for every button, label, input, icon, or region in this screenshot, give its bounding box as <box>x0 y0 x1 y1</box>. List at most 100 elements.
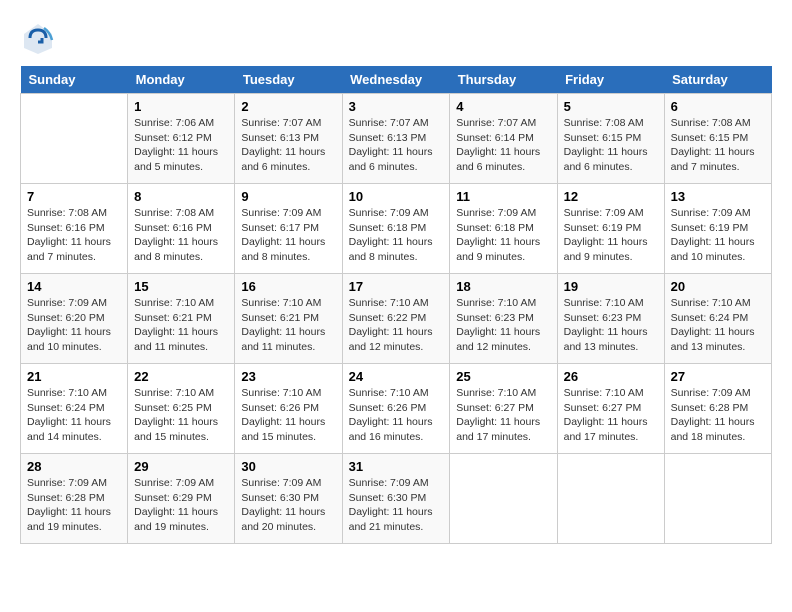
calendar-cell: 7 Sunrise: 7:08 AM Sunset: 6:16 PM Daylig… <box>21 184 128 274</box>
day-info: Sunrise: 7:09 AM Sunset: 6:28 PM Dayligh… <box>671 386 765 445</box>
day-number: 3 <box>349 99 444 114</box>
day-info: Sunrise: 7:07 AM Sunset: 6:14 PM Dayligh… <box>456 116 550 175</box>
week-row-4: 21 Sunrise: 7:10 AM Sunset: 6:24 PM Dayli… <box>21 364 772 454</box>
day-number: 31 <box>349 459 444 474</box>
calendar-cell: 14 Sunrise: 7:09 AM Sunset: 6:20 PM Dayli… <box>21 274 128 364</box>
logo <box>20 20 60 56</box>
calendar-cell: 21 Sunrise: 7:10 AM Sunset: 6:24 PM Dayli… <box>21 364 128 454</box>
day-number: 11 <box>456 189 550 204</box>
day-info: Sunrise: 7:06 AM Sunset: 6:12 PM Dayligh… <box>134 116 228 175</box>
day-info: Sunrise: 7:09 AM Sunset: 6:30 PM Dayligh… <box>349 476 444 535</box>
calendar-cell <box>557 454 664 544</box>
day-number: 14 <box>27 279 121 294</box>
header <box>20 20 772 56</box>
weekday-header-row: SundayMondayTuesdayWednesdayThursdayFrid… <box>21 66 772 94</box>
week-row-3: 14 Sunrise: 7:09 AM Sunset: 6:20 PM Dayli… <box>21 274 772 364</box>
day-number: 2 <box>241 99 335 114</box>
calendar-cell: 18 Sunrise: 7:10 AM Sunset: 6:23 PM Dayli… <box>450 274 557 364</box>
calendar-cell <box>450 454 557 544</box>
calendar-cell: 15 Sunrise: 7:10 AM Sunset: 6:21 PM Dayli… <box>128 274 235 364</box>
day-info: Sunrise: 7:07 AM Sunset: 6:13 PM Dayligh… <box>349 116 444 175</box>
calendar-cell: 20 Sunrise: 7:10 AM Sunset: 6:24 PM Dayli… <box>664 274 771 364</box>
day-number: 20 <box>671 279 765 294</box>
day-number: 7 <box>27 189 121 204</box>
day-number: 22 <box>134 369 228 384</box>
calendar-cell: 3 Sunrise: 7:07 AM Sunset: 6:13 PM Daylig… <box>342 94 450 184</box>
day-info: Sunrise: 7:10 AM Sunset: 6:25 PM Dayligh… <box>134 386 228 445</box>
day-info: Sunrise: 7:07 AM Sunset: 6:13 PM Dayligh… <box>241 116 335 175</box>
calendar-cell: 4 Sunrise: 7:07 AM Sunset: 6:14 PM Daylig… <box>450 94 557 184</box>
weekday-header-monday: Monday <box>128 66 235 94</box>
weekday-header-tuesday: Tuesday <box>235 66 342 94</box>
day-info: Sunrise: 7:10 AM Sunset: 6:27 PM Dayligh… <box>456 386 550 445</box>
day-info: Sunrise: 7:09 AM Sunset: 6:19 PM Dayligh… <box>564 206 658 265</box>
day-number: 30 <box>241 459 335 474</box>
day-number: 29 <box>134 459 228 474</box>
weekday-header-friday: Friday <box>557 66 664 94</box>
day-number: 24 <box>349 369 444 384</box>
weekday-header-saturday: Saturday <box>664 66 771 94</box>
day-number: 9 <box>241 189 335 204</box>
day-info: Sunrise: 7:10 AM Sunset: 6:27 PM Dayligh… <box>564 386 658 445</box>
day-info: Sunrise: 7:09 AM Sunset: 6:28 PM Dayligh… <box>27 476 121 535</box>
calendar-cell: 22 Sunrise: 7:10 AM Sunset: 6:25 PM Dayli… <box>128 364 235 454</box>
day-info: Sunrise: 7:09 AM Sunset: 6:18 PM Dayligh… <box>349 206 444 265</box>
day-info: Sunrise: 7:10 AM Sunset: 6:23 PM Dayligh… <box>564 296 658 355</box>
day-info: Sunrise: 7:09 AM Sunset: 6:20 PM Dayligh… <box>27 296 121 355</box>
day-number: 15 <box>134 279 228 294</box>
day-number: 19 <box>564 279 658 294</box>
calendar-cell: 16Sunrise: 7:10 AM Sunset: 6:21 PM Dayli… <box>235 274 342 364</box>
calendar-cell: 5Sunrise: 7:08 AM Sunset: 6:15 PM Daylig… <box>557 94 664 184</box>
day-info: Sunrise: 7:10 AM Sunset: 6:26 PM Dayligh… <box>349 386 444 445</box>
day-info: Sunrise: 7:08 AM Sunset: 6:16 PM Dayligh… <box>27 206 121 265</box>
day-info: Sunrise: 7:09 AM Sunset: 6:29 PM Dayligh… <box>134 476 228 535</box>
day-number: 13 <box>671 189 765 204</box>
day-number: 4 <box>456 99 550 114</box>
calendar-cell: 17 Sunrise: 7:10 AM Sunset: 6:22 PM Dayli… <box>342 274 450 364</box>
day-number: 21 <box>27 369 121 384</box>
calendar-cell <box>664 454 771 544</box>
day-info: Sunrise: 7:10 AM Sunset: 6:22 PM Dayligh… <box>349 296 444 355</box>
day-number: 18 <box>456 279 550 294</box>
day-info: Sunrise: 7:10 AM Sunset: 6:26 PM Dayligh… <box>241 386 335 445</box>
weekday-header-sunday: Sunday <box>21 66 128 94</box>
day-number: 25 <box>456 369 550 384</box>
day-info: Sunrise: 7:08 AM Sunset: 6:16 PM Dayligh… <box>134 206 228 265</box>
calendar-cell: 27Sunrise: 7:09 AM Sunset: 6:28 PM Dayli… <box>664 364 771 454</box>
day-info: Sunrise: 7:10 AM Sunset: 6:24 PM Dayligh… <box>671 296 765 355</box>
calendar-cell <box>21 94 128 184</box>
calendar-cell: 29 Sunrise: 7:09 AM Sunset: 6:29 PM Dayli… <box>128 454 235 544</box>
day-number: 1 <box>134 99 228 114</box>
calendar-cell: 19 Sunrise: 7:10 AM Sunset: 6:23 PM Dayli… <box>557 274 664 364</box>
weekday-header-wednesday: Wednesday <box>342 66 450 94</box>
day-info: Sunrise: 7:10 AM Sunset: 6:23 PM Dayligh… <box>456 296 550 355</box>
day-info: Sunrise: 7:09 AM Sunset: 6:30 PM Dayligh… <box>241 476 335 535</box>
day-number: 10 <box>349 189 444 204</box>
calendar-cell: 6Sunrise: 7:08 AM Sunset: 6:15 PM Daylig… <box>664 94 771 184</box>
calendar-cell: 31 Sunrise: 7:09 AM Sunset: 6:30 PM Dayli… <box>342 454 450 544</box>
day-info: Sunrise: 7:09 AM Sunset: 6:17 PM Dayligh… <box>241 206 335 265</box>
week-row-2: 7 Sunrise: 7:08 AM Sunset: 6:16 PM Daylig… <box>21 184 772 274</box>
day-info: Sunrise: 7:10 AM Sunset: 6:21 PM Dayligh… <box>134 296 228 355</box>
day-info: Sunrise: 7:10 AM Sunset: 6:24 PM Dayligh… <box>27 386 121 445</box>
day-number: 8 <box>134 189 228 204</box>
day-info: Sunrise: 7:10 AM Sunset: 6:21 PM Dayligh… <box>241 296 335 355</box>
calendar-cell: 12 Sunrise: 7:09 AM Sunset: 6:19 PM Dayli… <box>557 184 664 274</box>
calendar-cell: 9 Sunrise: 7:09 AM Sunset: 6:17 PM Daylig… <box>235 184 342 274</box>
calendar-cell: 2 Sunrise: 7:07 AM Sunset: 6:13 PM Daylig… <box>235 94 342 184</box>
calendar-cell: 24 Sunrise: 7:10 AM Sunset: 6:26 PM Dayli… <box>342 364 450 454</box>
day-number: 28 <box>27 459 121 474</box>
day-info: Sunrise: 7:08 AM Sunset: 6:15 PM Dayligh… <box>671 116 765 175</box>
calendar-cell: 10 Sunrise: 7:09 AM Sunset: 6:18 PM Dayli… <box>342 184 450 274</box>
week-row-1: 1 Sunrise: 7:06 AM Sunset: 6:12 PM Daylig… <box>21 94 772 184</box>
day-number: 12 <box>564 189 658 204</box>
calendar-cell: 25 Sunrise: 7:10 AM Sunset: 6:27 PM Dayli… <box>450 364 557 454</box>
calendar-cell: 11 Sunrise: 7:09 AM Sunset: 6:18 PM Dayli… <box>450 184 557 274</box>
day-number: 23 <box>241 369 335 384</box>
calendar-cell: 1 Sunrise: 7:06 AM Sunset: 6:12 PM Daylig… <box>128 94 235 184</box>
day-info: Sunrise: 7:09 AM Sunset: 6:18 PM Dayligh… <box>456 206 550 265</box>
day-number: 17 <box>349 279 444 294</box>
calendar-cell: 13Sunrise: 7:09 AM Sunset: 6:19 PM Dayli… <box>664 184 771 274</box>
calendar-table: SundayMondayTuesdayWednesdayThursdayFrid… <box>20 66 772 544</box>
calendar-cell: 8 Sunrise: 7:08 AM Sunset: 6:16 PM Daylig… <box>128 184 235 274</box>
